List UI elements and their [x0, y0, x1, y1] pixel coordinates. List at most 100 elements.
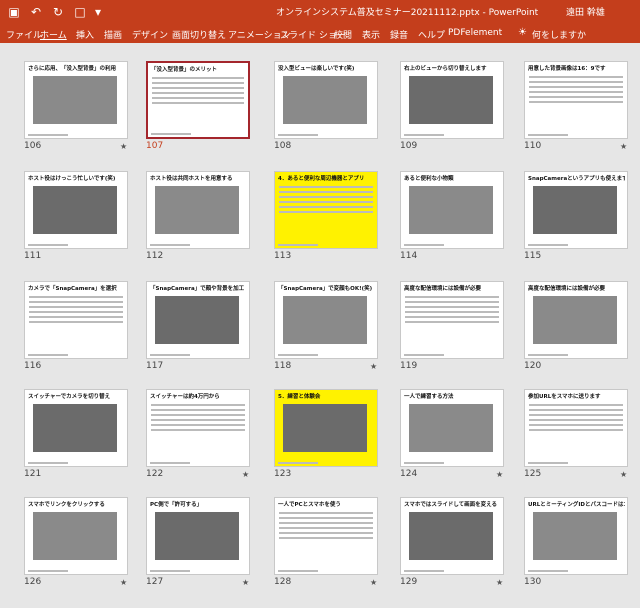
slide-title: PC側で「許可する」: [150, 502, 203, 508]
slide-number: 112: [146, 251, 164, 261]
animation-star-icon: ★: [496, 578, 504, 587]
tab-2[interactable]: 挿入: [76, 28, 94, 41]
slide-thumbnail[interactable]: あると便利な小物類: [400, 171, 504, 249]
slide-number: 127: [146, 577, 164, 587]
slide-thumbnail[interactable]: 高度な配信環境には設備が必要: [400, 281, 504, 359]
slide-thumbnail[interactable]: さらに応用、「没入型背景」の利用: [24, 61, 128, 139]
slide-number: 118: [274, 361, 292, 371]
save-icon[interactable]: ▣: [6, 4, 22, 20]
slide-number: 123: [274, 469, 292, 479]
slide-title: 「没入型背景」のメリット: [151, 67, 218, 73]
slide-url: [150, 570, 190, 572]
slide-url: [278, 570, 318, 572]
slide-image: [155, 186, 239, 234]
slide-thumbnail[interactable]: 「SnapCamera」で顔や背景を加工: [146, 281, 250, 359]
tab-1[interactable]: ホーム: [40, 28, 67, 41]
document-title: オンラインシステム普及セミナー20211112.pptx - PowerPoin…: [276, 8, 539, 18]
animation-star-icon: ★: [620, 142, 628, 151]
slide-image: [33, 186, 117, 234]
slide-image: [155, 296, 239, 344]
slide-title: ホスト役はけっこう忙しいです(笑): [28, 176, 116, 182]
customize-toolbar-icon[interactable]: ▾: [90, 4, 106, 20]
tab-0[interactable]: ファイル: [6, 28, 42, 41]
tab-10[interactable]: 録音: [390, 28, 408, 41]
slide-number: 130: [524, 577, 542, 587]
slide-number: 107: [146, 141, 164, 151]
slide-title: 「SnapCamera」で変顔もOK!(笑): [278, 286, 373, 292]
slide-thumbnail[interactable]: 4．あると便利な周辺機器とアプリ: [274, 171, 378, 249]
slide-image: [533, 296, 617, 344]
tab-4[interactable]: デザイン: [132, 28, 168, 41]
user-name[interactable]: 遠田 幹雄: [566, 5, 605, 18]
slide-image: [283, 76, 367, 124]
slide-image: [409, 186, 493, 234]
animation-star-icon: ★: [120, 142, 128, 151]
slide-thumbnail[interactable]: スマホではスライドして画面を変える: [400, 497, 504, 575]
slide-text-lines: [151, 404, 245, 434]
undo-icon[interactable]: ↶: [28, 4, 44, 20]
slide-image: [33, 512, 117, 560]
slide-thumbnail[interactable]: スマホでリンクをクリックする: [24, 497, 128, 575]
slide-url: [28, 244, 68, 246]
tab-11[interactable]: ヘルプ: [418, 28, 445, 41]
slide-url: [528, 244, 568, 246]
slide-number: 119: [400, 361, 418, 371]
slide-number: 117: [146, 361, 164, 371]
slide-url: [404, 244, 444, 246]
slide-url: [150, 244, 190, 246]
slide-thumbnail[interactable]: スイッチャーでカメラを切り替え: [24, 389, 128, 467]
animation-star-icon: ★: [370, 362, 378, 371]
slide-url: [278, 244, 318, 246]
slide-thumbnail[interactable]: 没入型ビューは楽しいです(笑): [274, 61, 378, 139]
slide-thumbnail[interactable]: 一人でPCとスマホを使う: [274, 497, 378, 575]
slide-url: [28, 134, 68, 136]
slide-thumbnail[interactable]: カメラで「SnapCamera」を選択: [24, 281, 128, 359]
slide-thumbnail[interactable]: 参加URLをスマホに送ります: [524, 389, 628, 467]
slide-url: [528, 134, 568, 136]
slide-number: 106: [24, 141, 42, 151]
slide-thumbnail[interactable]: 右上のビューから切り替えします: [400, 61, 504, 139]
slide-text-lines: [279, 186, 373, 216]
slide-thumbnail[interactable]: スイッチャーは約4万円から: [146, 389, 250, 467]
slide-thumbnail[interactable]: 一人で練習する方法: [400, 389, 504, 467]
tab-8[interactable]: 校閲: [334, 28, 352, 41]
slide-number: 129: [400, 577, 418, 587]
tab-9[interactable]: 表示: [362, 28, 380, 41]
slide-thumbnail[interactable]: 高度な配信環境には設備が必要: [524, 281, 628, 359]
slide-number: 114: [400, 251, 418, 261]
slide-title: スマホでリンクをクリックする: [28, 502, 105, 508]
slide-thumbnail[interactable]: 用意した背景画像は16：9です: [524, 61, 628, 139]
tell-me-search[interactable]: 何をしますか: [532, 28, 586, 41]
ribbon-tabs: ファイル ホーム 挿入 描画 デザイン 画面切り替え アニメーション スライド ショー 校閲 表示…: [0, 24, 640, 43]
slide-number: 128: [274, 577, 292, 587]
slide-thumbnail[interactable]: 「SnapCamera」で変顔もOK!(笑): [274, 281, 378, 359]
tab-12[interactable]: PDFelement: [448, 28, 502, 38]
slide-image: [409, 512, 493, 560]
slide-thumbnail[interactable]: URLとミーティングIDとパスコードは1点セット: [524, 497, 628, 575]
slide-number: 109: [400, 141, 418, 151]
animation-star-icon: ★: [120, 578, 128, 587]
slide-thumbnail[interactable]: PC側で「許可する」: [146, 497, 250, 575]
slide-image: [33, 404, 117, 452]
slide-image: [155, 512, 239, 560]
slideshow-icon[interactable]: □: [72, 4, 88, 20]
slide-thumbnail[interactable]: ホスト役は共同ホストを用意する: [146, 171, 250, 249]
tab-5[interactable]: 画面切り替え: [172, 28, 226, 41]
powerpoint-window: ▣ ↶ ↻ □ ▾ オンラインシステム普及セミナー20211112.pptx -…: [0, 0, 640, 608]
slide-url: [28, 570, 68, 572]
slide-thumbnail[interactable]: SnapCameraというアプリも使えます: [524, 171, 628, 249]
slide-thumbnail[interactable]: 「没入型背景」のメリット: [146, 61, 250, 139]
slide-url: [404, 570, 444, 572]
slide-url: [28, 462, 68, 464]
slide-thumbnail[interactable]: 5．練習と体験会: [274, 389, 378, 467]
slide-image: [283, 296, 367, 344]
slide-sorter-grid: さらに応用、「没入型背景」の利用 106 ★ 「没入型背景」のメリット 107 没入型ビュ…: [0, 43, 640, 608]
slide-url: [150, 462, 190, 464]
slide-title: 右上のビューから切り替えします: [404, 66, 487, 72]
slide-thumbnail[interactable]: ホスト役はけっこう忙しいです(笑): [24, 171, 128, 249]
redo-icon[interactable]: ↻: [50, 4, 66, 20]
slide-url: [528, 354, 568, 356]
tab-3[interactable]: 描画: [104, 28, 122, 41]
slide-number: 110: [524, 141, 542, 151]
slide-number: 126: [24, 577, 42, 587]
